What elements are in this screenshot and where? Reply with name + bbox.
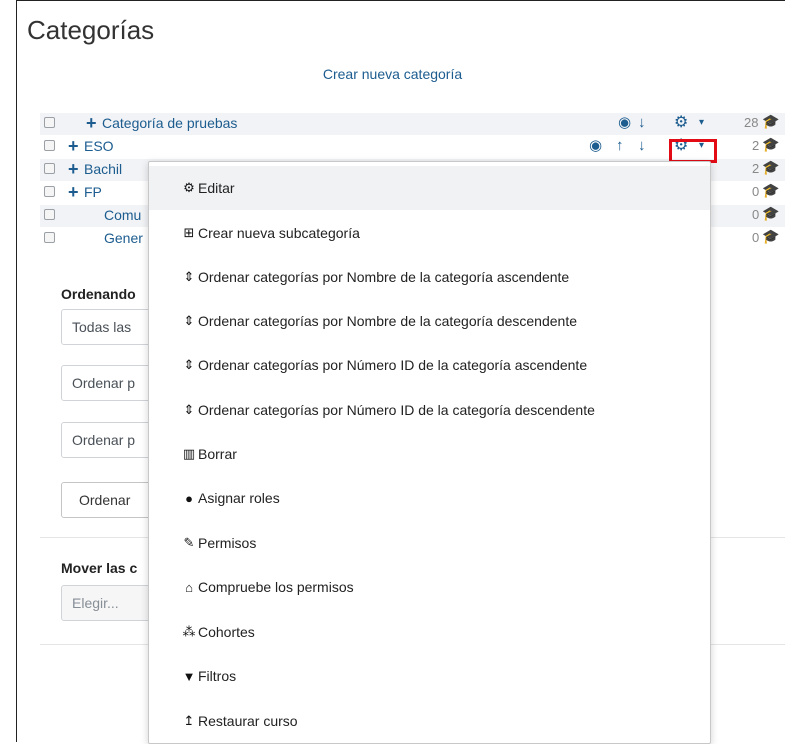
gear-icon[interactable]: ⚙: [674, 113, 688, 133]
arrow-up-icon[interactable]: ↑: [616, 137, 624, 155]
menu-item-label: Ordenar categorías por Número ID de la c…: [198, 402, 595, 418]
category-checkbox[interactable]: [44, 209, 55, 220]
category-name[interactable]: Categoría de pruebas: [102, 115, 237, 131]
expand-plus-icon[interactable]: +: [68, 159, 79, 179]
highlight-box: [669, 139, 717, 163]
create-category-link[interactable]: Crear nueva categoría: [0, 66, 785, 82]
graduation-cap-icon: 🎓: [762, 159, 780, 175]
arrow-down-icon[interactable]: ↓: [638, 137, 646, 155]
course-count: 0: [752, 230, 760, 245]
menu-item-label: Ordenar categorías por Nombre de la cate…: [198, 269, 570, 285]
category-checkbox[interactable]: [44, 140, 55, 151]
menu-item-label: Cohortes: [198, 624, 255, 640]
category-checkbox[interactable]: [44, 117, 55, 128]
window-border-left: [16, 0, 17, 742]
menu-item-sort-name-desc[interactable]: ⇕ Ordenar categorías por Nombre de la ca…: [149, 299, 710, 343]
course-count: 0: [752, 207, 760, 222]
gear-icon: ⚙: [183, 180, 195, 195]
category-name[interactable]: Gener: [104, 230, 143, 246]
restore-icon: ↥: [183, 713, 195, 728]
menu-item-sort-id-desc[interactable]: ⇕ Ordenar categorías por Número ID de la…: [149, 388, 710, 432]
sorting-label: Ordenando: [61, 286, 136, 302]
sort-icon: ⇕: [183, 269, 195, 284]
menu-item-label: Filtros: [198, 668, 237, 684]
menu-item-sort-id-asc[interactable]: ⇕ Ordenar categorías por Número ID de la…: [149, 343, 710, 387]
menu-item-label: Asignar roles: [198, 490, 280, 506]
menu-item-label: Permisos: [198, 535, 257, 551]
arrow-down-icon[interactable]: ↓: [638, 114, 646, 132]
chevron-down-icon[interactable]: ▾: [699, 115, 704, 131]
menu-item-label: Restaurar curso: [198, 713, 298, 729]
expand-plus-icon[interactable]: +: [68, 136, 79, 156]
menu-item-label: Crear nueva subcategoría: [198, 225, 360, 241]
sort-icon: ⇕: [183, 402, 195, 417]
menu-item-check-permissions[interactable]: ⌂ Compruebe los permisos: [149, 565, 710, 609]
menu-item-label: Ordenar categorías por Número ID de la c…: [198, 357, 588, 373]
menu-item-label: Editar: [198, 180, 235, 196]
category-checkbox[interactable]: [44, 163, 55, 174]
category-actions-menu: ⚙ Editar ⊞ Crear nueva subcategoría ⇕ Or…: [148, 161, 711, 744]
page-title: Categorías: [27, 15, 155, 45]
course-count: 0: [752, 184, 760, 199]
filter-icon: ▼: [182, 668, 196, 684]
category-row: + Categoría de pruebas ◉ ↓ ⚙ ▾ 28 🎓: [40, 113, 785, 135]
sort-icon: ⇕: [183, 357, 195, 372]
menu-item-label: Ordenar categorías por Nombre de la cate…: [198, 313, 578, 329]
graduation-cap-icon: 🎓: [762, 136, 780, 152]
course-count: 2: [752, 138, 760, 153]
sort-icon: ⇕: [183, 313, 195, 328]
menu-item-edit[interactable]: ⚙ Editar: [149, 166, 710, 210]
expand-plus-icon[interactable]: +: [68, 182, 79, 202]
menu-item-create-subcategory[interactable]: ⊞ Crear nueva subcategoría: [149, 211, 710, 255]
menu-item-delete[interactable]: ▥ Borrar: [149, 432, 710, 476]
menu-item-label: Borrar: [198, 446, 237, 462]
category-checkbox[interactable]: [44, 186, 55, 197]
graduation-cap-icon: 🎓: [762, 182, 780, 198]
category-name[interactable]: FP: [84, 184, 102, 200]
eye-icon[interactable]: ◉: [589, 137, 602, 155]
edit-icon: ✎: [183, 535, 195, 550]
menu-item-permissions[interactable]: ✎ Permisos: [149, 521, 710, 565]
user-icon: ●: [185, 490, 193, 506]
category-checkbox[interactable]: [44, 232, 55, 243]
menu-item-filters[interactable]: ▼ Filtros: [149, 654, 710, 698]
plus-square-icon: ⊞: [183, 225, 195, 240]
menu-item-restore-course[interactable]: ↥ Restaurar curso: [149, 699, 710, 743]
expand-plus-icon[interactable]: +: [86, 113, 97, 133]
eye-icon[interactable]: ◉: [618, 114, 631, 132]
category-name[interactable]: ESO: [84, 138, 114, 154]
trash-icon: ▥: [182, 446, 196, 461]
course-count: 28: [744, 115, 759, 130]
menu-item-sort-name-asc[interactable]: ⇕ Ordenar categorías por Nombre de la ca…: [149, 255, 710, 299]
move-label: Mover las c: [61, 560, 138, 576]
category-name[interactable]: Comu: [104, 207, 141, 223]
menu-item-label: Compruebe los permisos: [198, 579, 354, 595]
graduation-cap-icon: 🎓: [762, 205, 780, 221]
graduation-cap-icon: 🎓: [762, 228, 780, 244]
menu-item-assign-roles[interactable]: ● Asignar roles: [149, 476, 710, 520]
window-border-top: [16, 0, 785, 1]
unlock-icon: ⌂: [185, 579, 193, 595]
category-name[interactable]: Bachil: [84, 161, 122, 177]
course-count: 2: [752, 161, 760, 176]
menu-item-cohorts[interactable]: ⁂ Cohortes: [149, 610, 710, 654]
users-icon: ⁂: [182, 624, 196, 639]
graduation-cap-icon: 🎓: [762, 113, 780, 129]
